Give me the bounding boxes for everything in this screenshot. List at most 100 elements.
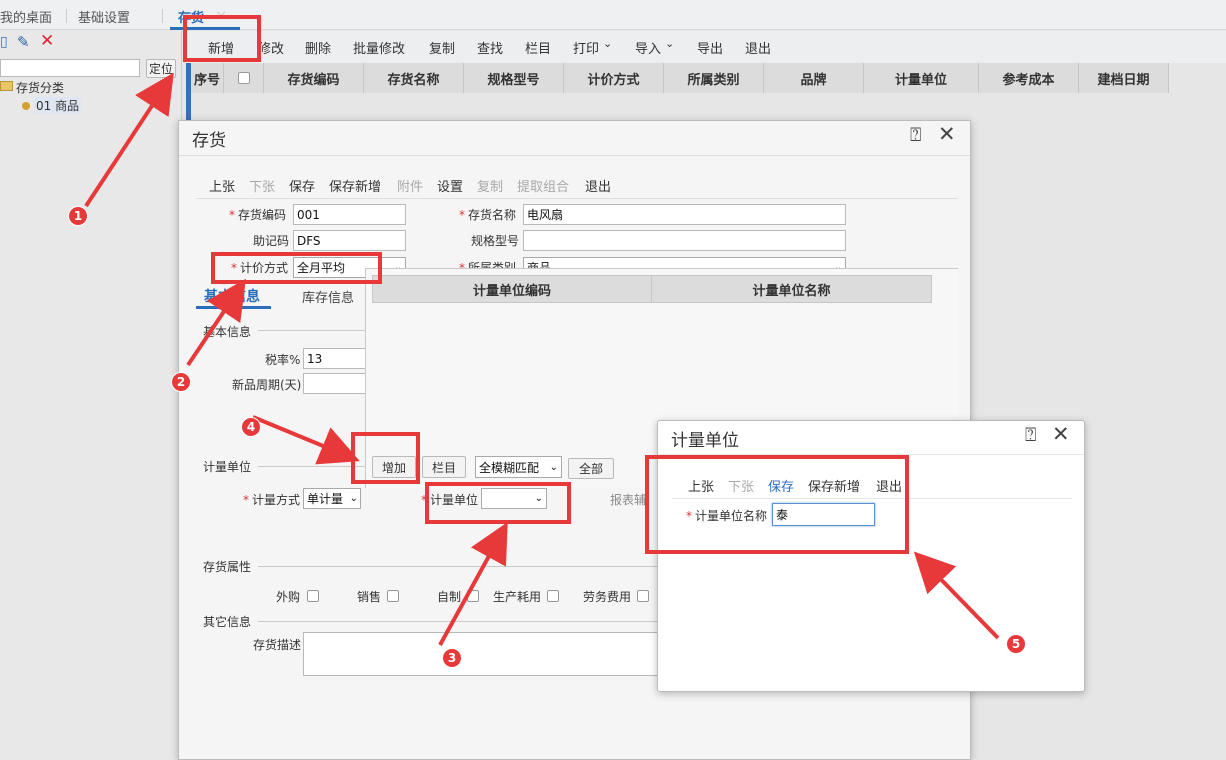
- import-dropdown-icon[interactable]: ⌄: [665, 37, 674, 50]
- dialog-attachment[interactable]: 附件: [397, 176, 423, 195]
- tab-separator: [162, 9, 163, 23]
- annotation-box-pricing: [211, 252, 382, 284]
- dialog-settings[interactable]: 设置: [437, 176, 463, 195]
- toolbar-delete[interactable]: 删除: [305, 38, 331, 57]
- cycle-label: 新品周期(天): [232, 378, 302, 392]
- measure-method-label: * 计量方式: [243, 493, 301, 507]
- report-aux-label: 报表辅: [610, 493, 647, 507]
- title-divider: [179, 155, 970, 156]
- inventory-dialog-title: 存货: [192, 131, 226, 151]
- toolbar-print[interactable]: 打印: [573, 38, 599, 57]
- attr-sales-label: 销售: [357, 590, 382, 604]
- tree-root-category[interactable]: 存货分类: [16, 79, 64, 96]
- section-divider: [258, 330, 366, 331]
- unit-close-icon[interactable]: ✕: [1052, 422, 1070, 446]
- code-label: * 存货编码: [229, 208, 287, 222]
- annotation-box-new: [183, 15, 261, 62]
- toolbar-batch-modify[interactable]: 批量修改: [353, 38, 405, 57]
- lookup-columns-button[interactable]: 栏目: [422, 456, 466, 478]
- tab-my-desktop[interactable]: 我的桌面: [0, 7, 52, 26]
- toolbar-exit[interactable]: 退出: [745, 38, 771, 57]
- basic-tab-indicator: [196, 306, 271, 309]
- section-divider: [258, 621, 658, 622]
- annotation-box-add: [351, 432, 420, 484]
- attr-selfmade-checkbox[interactable]: [467, 590, 479, 602]
- tree-leaf-dot-icon: [22, 102, 30, 110]
- tab-basic-settings[interactable]: 基础设置: [78, 7, 130, 26]
- attr-purchase-label: 外购: [276, 590, 301, 604]
- section-divider: [258, 566, 658, 567]
- close-icon[interactable]: ✕: [938, 122, 956, 146]
- mnemonic-label: 助记码: [253, 234, 290, 248]
- measure-method-select[interactable]: 单计量 ⌄: [303, 488, 361, 509]
- locate-button[interactable]: 定位: [146, 59, 176, 78]
- attr-purchase-checkbox[interactable]: [307, 590, 319, 602]
- attr-selfmade-label: 自制: [437, 590, 462, 604]
- unit-dialog-title: 计量单位: [671, 431, 739, 451]
- mnemonic-input[interactable]: DFS: [293, 230, 406, 251]
- lookup-header-code: 计量单位编码: [372, 275, 652, 303]
- grid-header-date: 建档日期: [1079, 63, 1169, 93]
- tree-search-input[interactable]: [0, 59, 140, 77]
- name-input[interactable]: 电风扇: [523, 204, 846, 225]
- spec-label: 规格型号: [471, 234, 520, 248]
- dialog-exit[interactable]: 退出: [585, 176, 611, 195]
- toolbar-find[interactable]: 查找: [477, 38, 503, 57]
- dialog-save-new[interactable]: 保存新增: [329, 176, 381, 195]
- folder-icon: [0, 81, 13, 91]
- dialog-extract-combo[interactable]: 提取组合: [517, 176, 569, 195]
- attr-section-title: 存货属性: [203, 560, 252, 574]
- spec-input[interactable]: [523, 230, 846, 251]
- tab-stock-info[interactable]: 库存信息: [302, 287, 354, 306]
- annotation-badge-4: 4: [241, 417, 261, 437]
- desc-textarea[interactable]: [303, 632, 663, 676]
- match-mode-select[interactable]: 全模糊匹配 ⌄: [475, 456, 562, 478]
- attr-sales-checkbox[interactable]: [387, 590, 399, 602]
- select-all-checkbox[interactable]: [237, 72, 250, 84]
- section-divider: [258, 466, 366, 467]
- document-icon[interactable]: ▯: [0, 34, 8, 50]
- unit-help-icon[interactable]: ⍰: [1025, 424, 1036, 446]
- attr-production-checkbox[interactable]: [547, 590, 559, 602]
- toolbar-divider: [196, 198, 958, 199]
- toolbar-columns[interactable]: 栏目: [525, 38, 551, 57]
- dialog-save[interactable]: 保存: [289, 176, 315, 195]
- tax-input[interactable]: 13: [303, 348, 366, 369]
- grid-header-cost: 参考成本: [979, 63, 1079, 93]
- annotation-badge-2: 2: [171, 372, 191, 392]
- grid-header-brand: 品牌: [764, 63, 864, 93]
- annotation-box-unit: [425, 482, 571, 524]
- grid-header-category: 所属类别: [664, 63, 764, 93]
- dialog-copy[interactable]: 复制: [477, 176, 503, 195]
- tab-separator: [66, 9, 67, 23]
- toolbar-import[interactable]: 导入: [635, 38, 661, 57]
- unit-section-title: 计量单位: [203, 460, 252, 474]
- toolbar-export[interactable]: 导出: [697, 38, 723, 57]
- grid-header-spec: 规格型号: [464, 63, 564, 93]
- toolbar-modify[interactable]: 修改: [258, 38, 284, 57]
- tax-label: 税率%: [265, 353, 301, 367]
- grid-header-select[interactable]: [224, 63, 264, 93]
- code-input[interactable]: 001: [293, 204, 406, 225]
- print-dropdown-icon[interactable]: ⌄: [603, 37, 612, 50]
- help-icon[interactable]: ⍰: [910, 124, 921, 146]
- all-button[interactable]: 全部: [568, 458, 614, 479]
- annotation-badge-1: 1: [68, 206, 88, 226]
- tree-item-goods[interactable]: 01 商品: [34, 97, 82, 114]
- attr-production-label: 生产耗用: [493, 590, 542, 604]
- dialog-prev[interactable]: 上张: [209, 176, 235, 195]
- grid-header-unit: 计量单位: [864, 63, 979, 93]
- grid-header-name: 存货名称: [364, 63, 464, 93]
- left-tree-pane: [0, 31, 182, 760]
- tab-basic-info[interactable]: 基本信息: [204, 286, 260, 306]
- delete-icon[interactable]: ✕: [40, 31, 54, 51]
- edit-icon[interactable]: ✎: [17, 33, 30, 51]
- annotation-box-unit-dialog: [645, 455, 909, 554]
- name-label: * 存货名称: [459, 208, 517, 222]
- grid-header-index: 序号: [191, 63, 224, 93]
- dialog-next[interactable]: 下张: [249, 176, 275, 195]
- attr-service-checkbox[interactable]: [637, 590, 649, 602]
- cycle-input[interactable]: [303, 373, 366, 394]
- toolbar-copy[interactable]: 复制: [429, 38, 455, 57]
- desc-label: 存货描述: [253, 638, 302, 652]
